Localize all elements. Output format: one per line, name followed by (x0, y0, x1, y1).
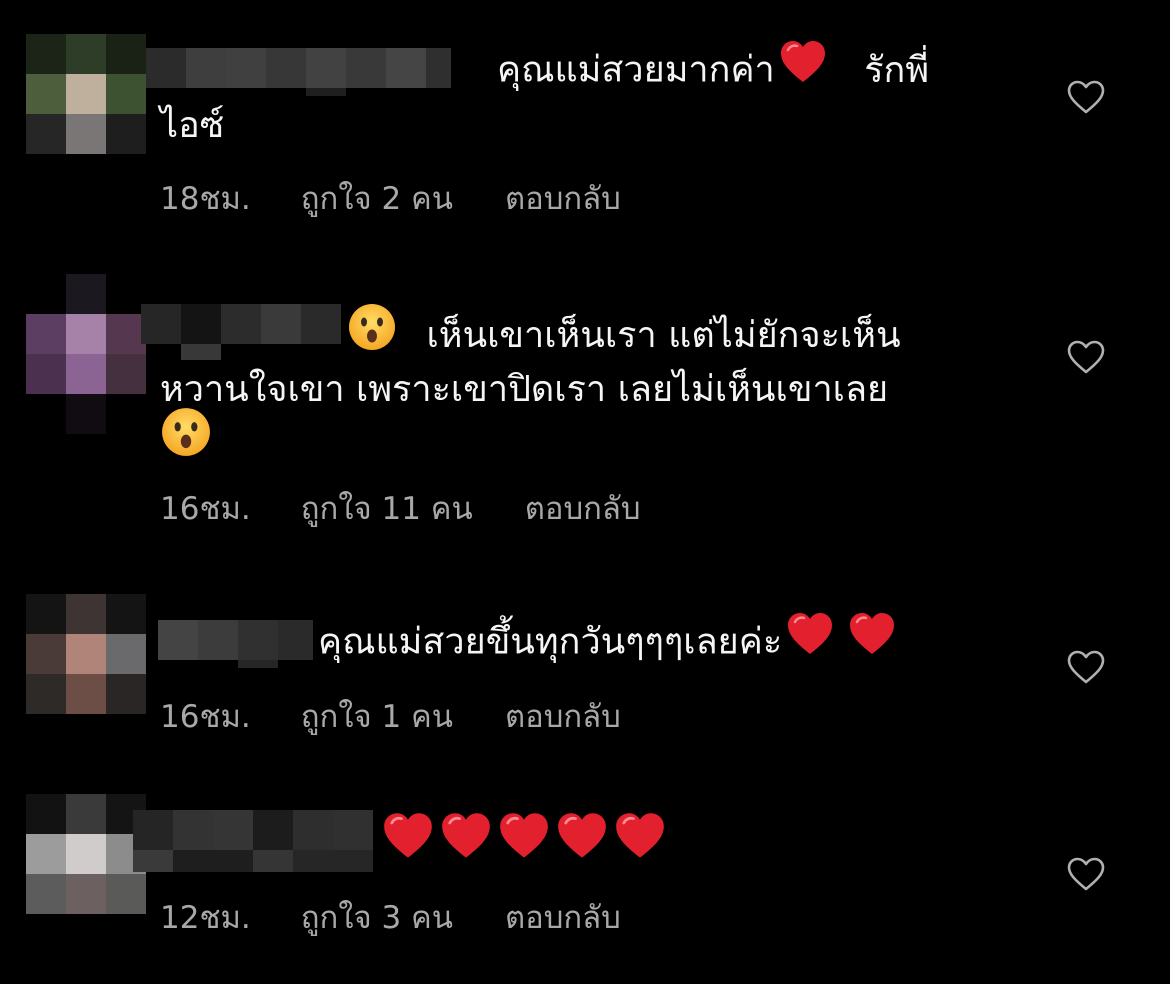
avatar[interactable] (26, 34, 146, 154)
red-heart-emoji (614, 812, 666, 879)
hushed-face-emoji (160, 406, 212, 477)
heart-outline-icon[interactable] (1066, 78, 1106, 118)
comment-body: คุณแม่สวยมากค่า (497, 49, 775, 91)
username-redacted[interactable] (158, 620, 313, 668)
comment-text: คุณแม่สวยมากค่า รักพี่ (497, 40, 929, 100)
reply-button[interactable]: ตอบกลับ (505, 173, 621, 223)
avatar[interactable] (26, 594, 146, 714)
like-count[interactable]: ถูกใจ 11 คน (301, 483, 473, 533)
red-heart-emoji (848, 612, 896, 675)
comment-body-line2: หวานใจเขา เพราะเขาปิดเรา เลยไม่เห็นเขาเล… (160, 369, 889, 410)
comment-meta: 16ชม. ถูกใจ 1 คน ตอบกลับ (160, 691, 621, 741)
comment-meta: 16ชม. ถูกใจ 11 คน ตอบกลับ (160, 483, 641, 533)
timestamp: 12ชม. (160, 900, 251, 936)
red-heart-emoji (498, 812, 550, 879)
comment-meta: 12ชม. ถูกใจ 3 คน ตอบกลับ (160, 892, 621, 942)
username-redacted[interactable] (133, 810, 373, 872)
red-heart-emoji (440, 812, 492, 879)
heart-outline-icon[interactable] (1066, 855, 1106, 895)
reply-button[interactable]: ตอบกลับ (505, 892, 621, 942)
timestamp: 18ชม. (160, 181, 251, 217)
avatar[interactable] (26, 274, 146, 434)
like-count[interactable]: ถูกใจ 2 คน (301, 173, 453, 223)
reply-button[interactable]: ตอบกลับ (525, 483, 641, 533)
red-heart-emoji (779, 40, 827, 103)
username-redacted[interactable] (141, 304, 341, 360)
red-heart-emoji (786, 612, 834, 675)
avatar[interactable] (26, 794, 146, 914)
comment-body-line2: ไอซ์ (160, 105, 225, 146)
heart-outline-icon[interactable] (1066, 338, 1106, 378)
comment-text-line3 (160, 406, 216, 466)
comment-meta: 18ชม. ถูกใจ 2 คน ตอบกลับ (160, 173, 621, 223)
reply-button[interactable]: ตอบกลับ (505, 691, 621, 741)
comment-text-line2: หวานใจเขา เพราะเขาปิดเรา เลยไม่เห็นเขาเล… (160, 360, 888, 420)
comment-text-line2: ไอซ์ (160, 96, 224, 156)
like-count[interactable]: ถูกใจ 1 คน (301, 691, 453, 741)
comment-text: เห็นเขาเห็นเรา แต่ไม่ยักจะเห็น (343, 302, 901, 362)
comment-body: คุณแม่สวยขึ้นทุกวันๆๆๆเลยค่ะ (318, 621, 783, 663)
red-heart-emoji (382, 812, 434, 879)
comment-text (382, 812, 666, 872)
like-count[interactable]: ถูกใจ 3 คน (301, 892, 453, 942)
timestamp: 16ชม. (160, 699, 251, 735)
red-heart-emoji (556, 812, 608, 879)
timestamp: 16ชม. (160, 491, 251, 527)
heart-outline-icon[interactable] (1066, 648, 1106, 688)
comment-body: เห็นเขาเห็นเรา แต่ไม่ยักจะเห็น (426, 314, 901, 356)
username-redacted[interactable] (146, 48, 491, 96)
comment-body-continued: รักพี่ (864, 49, 930, 91)
comment-text: คุณแม่สวยขึ้นทุกวันๆๆๆเลยค่ะ (318, 612, 900, 672)
